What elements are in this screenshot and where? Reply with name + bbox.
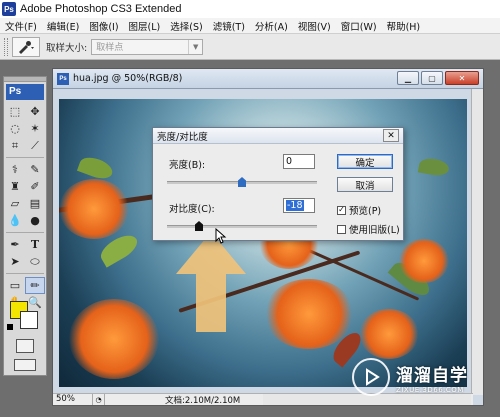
- flower-shape: [69, 299, 159, 379]
- gradient-tool-icon[interactable]: ▤: [25, 195, 45, 212]
- cancel-button[interactable]: 取消: [337, 177, 393, 192]
- contrast-input[interactable]: -18: [283, 198, 315, 213]
- shape-tool-icon[interactable]: ⬭: [25, 253, 45, 270]
- document-title: hua.jpg @ 50%(RGB/8): [73, 73, 183, 84]
- sample-size-label: 取样大小:: [46, 42, 88, 54]
- watermark-subtitle: ZIXUE.3D66.COM: [396, 385, 464, 394]
- brightness-contrast-dialog: 亮度/对比度 ✕ 亮度(B): 0 对比度(C): -18 确定 取消 ✓ 预览…: [152, 127, 404, 241]
- app-title: Adobe Photoshop CS3 Extended: [20, 3, 182, 15]
- legacy-checkbox[interactable]: [337, 224, 346, 234]
- sample-size-value: 取样点: [96, 43, 124, 53]
- marquee-tool-icon[interactable]: ⬚: [5, 103, 25, 120]
- brightness-value: 0: [286, 156, 293, 167]
- background-color-swatch[interactable]: [20, 311, 38, 329]
- slice-tool-icon[interactable]: ⟋: [25, 137, 45, 154]
- eyedropper-tool-icon[interactable]: ✏: [25, 277, 45, 294]
- eraser-tool-icon[interactable]: ▱: [5, 195, 25, 212]
- contrast-value: -18: [286, 200, 304, 211]
- screen-mode-button[interactable]: [14, 359, 36, 371]
- toolbox-divider: [6, 273, 44, 274]
- healing-brush-tool-icon[interactable]: ⚕: [5, 161, 25, 178]
- preview-label: 预览(P): [349, 206, 382, 217]
- move-tool-icon[interactable]: ✥: [25, 103, 45, 120]
- flower-shape: [264, 279, 354, 349]
- maximize-button[interactable]: ▢: [421, 71, 443, 85]
- vertical-scrollbar[interactable]: [471, 89, 483, 395]
- window-controls: ▁ ▢ ✕: [397, 71, 479, 85]
- document-ps-icon: Ps: [57, 72, 69, 85]
- sample-size-select[interactable]: 取样点 ▼: [91, 38, 204, 55]
- dialog-title-bar[interactable]: 亮度/对比度 ✕: [153, 128, 403, 144]
- lasso-tool-icon[interactable]: ◌: [5, 120, 25, 137]
- toolbox: Ps ⬚ ✥ ◌ ✶ ⌗ ⟋ ⚕ ✎ ♜ ✐ ▱ ▤ 💧 ● ✒ T ➤ ⬭ ▭…: [3, 76, 47, 376]
- up-arrow-annotation: [176, 232, 246, 332]
- legacy-label: 使用旧版(L): [349, 225, 400, 236]
- document-info: 文档:2.10M/2.10M: [165, 395, 241, 406]
- blur-tool-icon[interactable]: 💧: [5, 212, 25, 229]
- menu-select[interactable]: 选择(S): [165, 19, 207, 33]
- default-colors-icon[interactable]: [7, 324, 13, 330]
- crop-tool-icon[interactable]: ⌗: [5, 137, 25, 154]
- play-logo-icon: [352, 358, 390, 396]
- contrast-slider-track[interactable]: [167, 225, 317, 228]
- minimize-button[interactable]: ▁: [397, 71, 419, 85]
- options-bar: 取样大小: 取样点 ▼: [0, 34, 500, 60]
- toolbox-divider: [6, 232, 44, 233]
- clone-stamp-tool-icon[interactable]: ♜: [5, 178, 25, 195]
- tool-preset-picker[interactable]: [12, 36, 40, 57]
- photoshop-logo-icon: Ps: [2, 2, 16, 16]
- history-brush-tool-icon[interactable]: ✐: [25, 178, 45, 195]
- watermark: 溜溜自学 ZIXUE.3D66.COM: [352, 352, 482, 402]
- dodge-tool-icon[interactable]: ●: [25, 212, 45, 229]
- menu-edit[interactable]: 编辑(E): [42, 19, 84, 33]
- menu-view[interactable]: 视图(V): [293, 19, 336, 33]
- path-selection-tool-icon[interactable]: ➤: [5, 253, 25, 270]
- pen-tool-icon[interactable]: ✒: [5, 236, 25, 253]
- dialog-close-icon[interactable]: ✕: [383, 129, 399, 142]
- flower-shape: [399, 239, 449, 283]
- eyedropper-icon: [19, 40, 34, 54]
- legacy-option[interactable]: 使用旧版(L): [337, 222, 400, 236]
- menu-window[interactable]: 窗口(W): [336, 19, 382, 33]
- brush-tool-icon[interactable]: ✎: [25, 161, 45, 178]
- toolbox-grip[interactable]: [4, 77, 46, 82]
- contrast-slider-thumb[interactable]: [195, 221, 203, 231]
- contrast-label: 对比度(C):: [169, 204, 215, 215]
- notes-tool-icon[interactable]: ▭: [5, 277, 25, 294]
- dialog-title: 亮度/对比度: [157, 131, 208, 143]
- menu-image[interactable]: 图像(I): [84, 19, 123, 33]
- brightness-input[interactable]: 0: [283, 154, 315, 169]
- ok-button[interactable]: 确定: [337, 154, 393, 169]
- preview-checkbox[interactable]: ✓: [337, 205, 346, 215]
- magic-wand-tool-icon[interactable]: ✶: [25, 120, 45, 137]
- type-tool-icon[interactable]: T: [25, 236, 45, 253]
- menu-help[interactable]: 帮助(H): [382, 19, 426, 33]
- options-grip[interactable]: [4, 37, 8, 56]
- app-title-bar: Ps Adobe Photoshop CS3 Extended: [0, 0, 500, 18]
- toolbox-divider: [6, 157, 44, 158]
- menu-file[interactable]: 文件(F): [0, 19, 42, 33]
- close-button[interactable]: ✕: [445, 71, 479, 85]
- mouse-pointer-icon: [215, 228, 227, 244]
- flower-shape: [59, 179, 129, 239]
- leaf-shape: [417, 156, 451, 178]
- brightness-slider-thumb[interactable]: [238, 177, 246, 187]
- brightness-label: 亮度(B):: [169, 160, 206, 171]
- zoom-tool-icon[interactable]: 🔍: [25, 294, 45, 311]
- zoom-level[interactable]: 50%: [53, 394, 93, 405]
- toolbox-ps-logo[interactable]: Ps: [6, 84, 44, 100]
- menu-analysis[interactable]: 分析(A): [250, 19, 293, 33]
- menu-layer[interactable]: 图层(L): [124, 19, 166, 33]
- leaf-shape: [76, 153, 116, 183]
- menu-bar: 文件(F) 编辑(E) 图像(I) 图层(L) 选择(S) 滤镜(T) 分析(A…: [0, 18, 500, 34]
- status-menu-icon[interactable]: ◔: [93, 394, 105, 405]
- quick-mask-button[interactable]: [16, 339, 34, 353]
- watermark-title: 溜溜自学: [396, 365, 468, 386]
- preview-option[interactable]: ✓ 预览(P): [337, 203, 381, 217]
- chevron-down-icon: ▼: [188, 39, 202, 54]
- menu-filter[interactable]: 滤镜(T): [208, 19, 250, 33]
